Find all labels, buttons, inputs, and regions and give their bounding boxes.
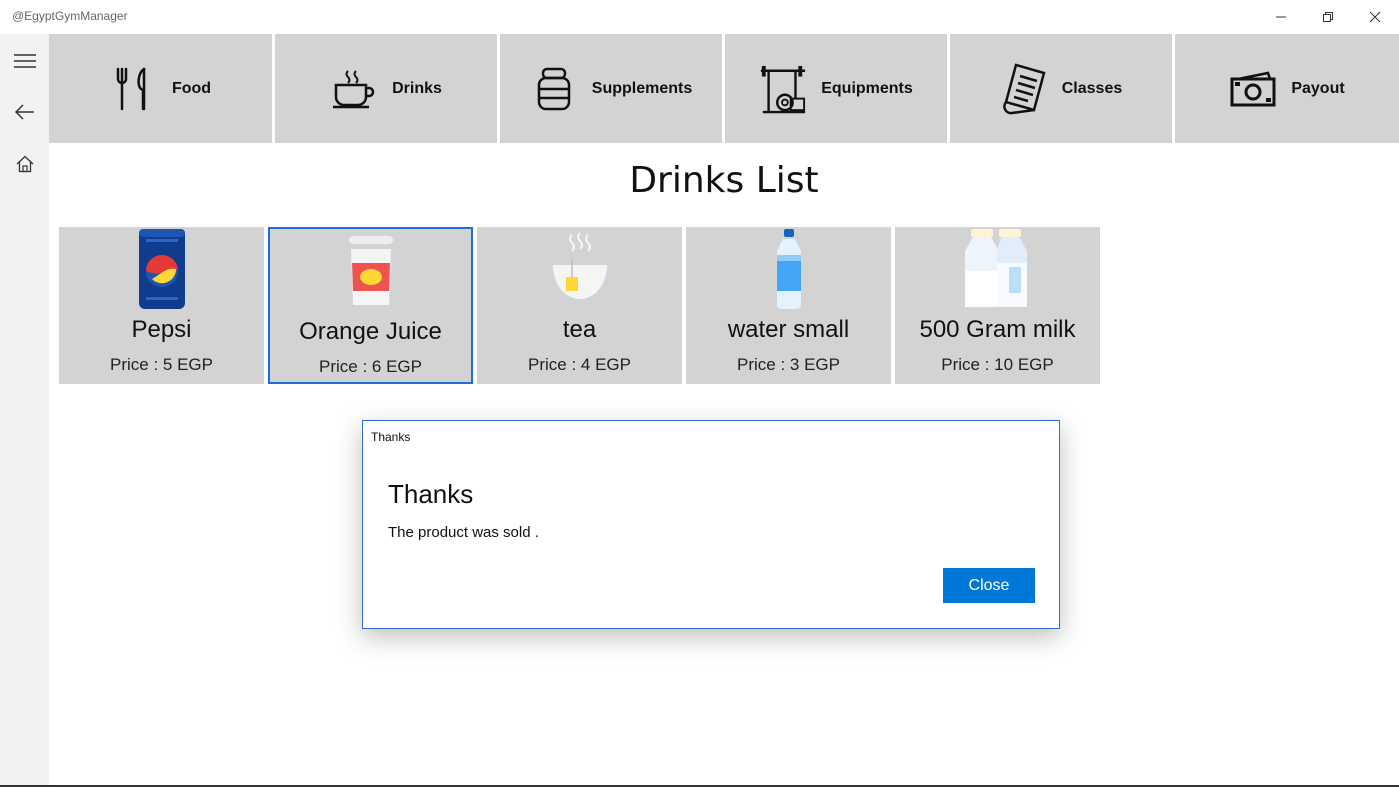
money-icon xyxy=(1229,65,1277,113)
milk-bottles-icon xyxy=(895,227,1100,315)
hamburger-menu-button[interactable] xyxy=(0,37,49,85)
minimize-button[interactable] xyxy=(1258,0,1304,34)
water-bottle-icon xyxy=(686,227,891,315)
nav-drinks-label: Drinks xyxy=(392,79,442,97)
category-nav: Food Drinks Supplements Equipments Class… xyxy=(49,34,1399,143)
nav-drinks[interactable]: Drinks xyxy=(275,34,497,143)
back-arrow-icon xyxy=(14,104,34,120)
thanks-dialog: Thanks Thanks The product was sold . Clo… xyxy=(362,420,1060,629)
coffee-cup-icon xyxy=(330,65,378,113)
nav-supplements[interactable]: Supplements xyxy=(500,34,722,143)
juice-cup-icon xyxy=(270,229,471,317)
nav-classes-label: Classes xyxy=(1061,79,1123,97)
dialog-message: The product was sold . xyxy=(388,524,539,541)
tea-bowl-icon xyxy=(477,227,682,315)
nav-food-label: Food xyxy=(171,79,212,97)
restore-button[interactable] xyxy=(1305,0,1351,34)
nav-classes[interactable]: Classes xyxy=(950,34,1172,143)
product-price: Price : 10 EGP xyxy=(941,355,1054,374)
product-name: 500 Gram milk xyxy=(919,316,1076,343)
close-window-button[interactable] xyxy=(1352,0,1398,34)
soda-can-icon xyxy=(59,227,264,315)
dialog-caption: Thanks xyxy=(371,430,411,444)
fork-knife-icon xyxy=(110,65,158,113)
product-price: Price : 6 EGP xyxy=(319,357,422,376)
product-name: tea xyxy=(562,316,597,343)
app-title: @EgyptGymManager xyxy=(12,9,128,23)
barbell-rack-icon xyxy=(759,65,807,113)
restore-icon xyxy=(1323,12,1333,22)
product-card-tea[interactable]: tea Price : 4 EGP xyxy=(477,227,682,384)
sidebar xyxy=(0,34,49,787)
title-bar: @EgyptGymManager xyxy=(0,0,1399,34)
product-card-500-gram-milk[interactable]: 500 Gram milk Price : 10 EGP xyxy=(895,227,1100,384)
hamburger-menu-icon xyxy=(13,54,36,68)
product-price: Price : 3 EGP xyxy=(737,355,840,374)
home-icon xyxy=(16,155,33,173)
back-button[interactable] xyxy=(0,88,49,136)
product-name: water small xyxy=(727,316,850,343)
minimize-icon xyxy=(1276,16,1286,18)
nav-food[interactable]: Food xyxy=(49,34,272,143)
product-card-pepsi[interactable]: Pepsi Price : 5 EGP xyxy=(59,227,264,384)
nav-equipments[interactable]: Equipments xyxy=(725,34,947,143)
dialog-close-button[interactable]: Close xyxy=(943,568,1035,603)
dialog-title: Thanks xyxy=(388,479,474,509)
product-price: Price : 4 EGP xyxy=(528,355,631,374)
nav-equipments-label: Equipments xyxy=(821,79,913,97)
supplement-jar-icon xyxy=(530,65,578,113)
document-list-icon xyxy=(1000,62,1048,114)
page-title: Drinks List xyxy=(629,160,819,201)
product-card-water-small[interactable]: water small Price : 3 EGP xyxy=(686,227,891,384)
product-name: Pepsi xyxy=(131,316,192,343)
product-name: Orange Juice xyxy=(299,318,442,345)
product-card-orange-juice[interactable]: Orange Juice Price : 6 EGP xyxy=(268,227,473,384)
home-button[interactable] xyxy=(0,140,49,188)
close-icon xyxy=(1369,11,1381,23)
product-price: Price : 5 EGP xyxy=(110,355,213,374)
nav-payout-label: Payout xyxy=(1291,79,1345,97)
nav-payout[interactable]: Payout xyxy=(1175,34,1399,143)
nav-supplements-label: Supplements xyxy=(591,79,693,97)
